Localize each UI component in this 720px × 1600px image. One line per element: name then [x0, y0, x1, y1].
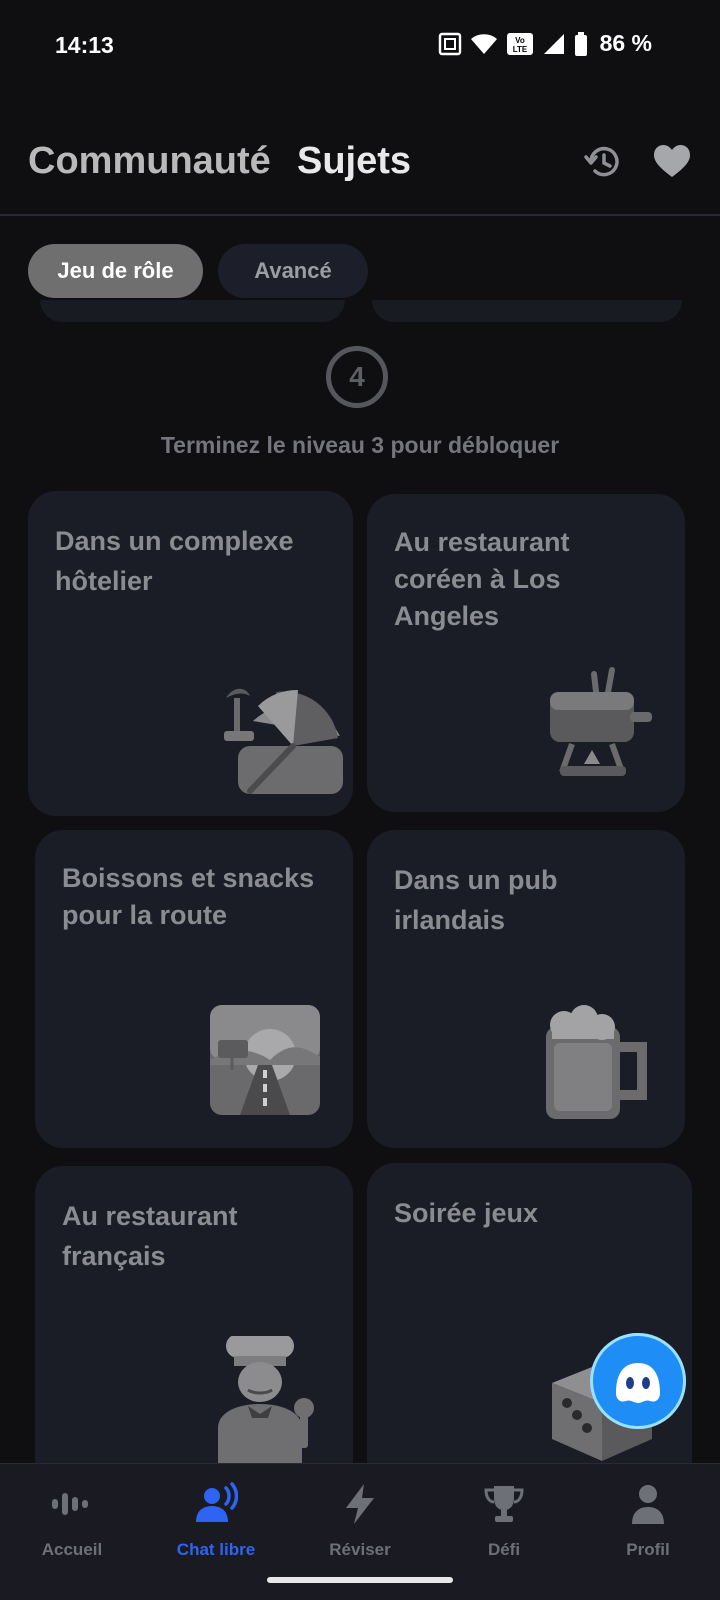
filter-chip-advanced[interactable]: Avancé: [218, 244, 368, 298]
status-time: 14:13: [55, 32, 114, 58]
battery-icon: [574, 31, 587, 56]
svg-text:LTE: LTE: [512, 45, 527, 54]
person-icon: [632, 1485, 664, 1524]
topic-card-title: Dans un complexe hôtelier: [55, 526, 294, 596]
nav-label: Chat libre: [176, 1540, 256, 1559]
bot-face-icon: [616, 1363, 660, 1403]
speaking-person-icon: [196, 1482, 238, 1522]
nav-item-review[interactable]: Réviser: [288, 1482, 432, 1572]
trophy-icon: [484, 1486, 524, 1522]
previous-card-edge: [40, 300, 345, 322]
nav-item-profile[interactable]: Profil: [576, 1482, 720, 1572]
topic-card[interactable]: Boissons et snacks pour la route: [35, 830, 353, 1148]
heart-icon[interactable]: [652, 142, 692, 182]
wifi-icon: [470, 33, 497, 54]
history-icon[interactable]: [583, 142, 623, 182]
topic-card-title: Dans un pub irlandais: [394, 865, 558, 935]
filter-chip-roleplay[interactable]: Jeu de rôle: [28, 244, 203, 298]
level-lock-message: Terminez le niveau 3 pour débloquer: [160, 432, 560, 458]
nav-label: Réviser: [329, 1540, 391, 1559]
fondue-pot-icon: [550, 667, 652, 776]
topic-card[interactable]: Soirée jeux: [367, 1163, 692, 1496]
topic-card[interactable]: Au restaurant coréen à Los Angeles: [367, 494, 685, 812]
app-screen: 14:13 Vo LTE 86 % Communauté Sujets Jeu …: [0, 0, 720, 1600]
topic-card[interactable]: Dans un pub irlandais: [367, 830, 685, 1148]
svg-text:Vo: Vo: [515, 36, 525, 45]
lightning-icon: [346, 1484, 374, 1524]
topic-card-title: Boissons et snacks pour la route: [62, 863, 315, 930]
voice-wave-icon: [52, 1493, 88, 1515]
top-header: Communauté Sujets: [0, 130, 720, 214]
nav-label: Accueil: [41, 1540, 103, 1559]
nav-label: Défi: [487, 1540, 521, 1559]
level-badge: 4: [326, 346, 388, 408]
volte-icon: Vo LTE: [506, 32, 533, 55]
chef-icon: [218, 1336, 314, 1466]
topic-card-title: Au restaurant français: [62, 1201, 238, 1271]
assistant-bot-button[interactable]: [590, 1333, 686, 1429]
nav-item-home[interactable]: Accueil: [0, 1482, 144, 1572]
tab-community[interactable]: Communauté: [28, 140, 271, 183]
status-bar: 14:13 Vo LTE 86 %: [0, 0, 720, 92]
nav-item-challenge[interactable]: Défi: [432, 1482, 576, 1572]
beach-umbrella-icon: [224, 688, 343, 794]
cell-signal-icon: [543, 33, 564, 54]
beer-mug-icon: [546, 1005, 647, 1119]
topic-card-title: Au restaurant coréen à Los Angeles: [394, 527, 570, 631]
header-divider: [0, 214, 720, 216]
tab-topics[interactable]: Sujets: [297, 140, 411, 183]
battery-percent: 86 %: [599, 30, 652, 56]
home-indicator[interactable]: [267, 1577, 453, 1583]
status-icons: Vo LTE 86 %: [438, 30, 652, 57]
nav-item-free-chat[interactable]: Chat libre: [144, 1482, 288, 1572]
topic-card-title: Soirée jeux: [394, 1198, 539, 1228]
nfc-icon: [438, 32, 461, 55]
nav-label: Profil: [626, 1540, 670, 1559]
topic-card[interactable]: Dans un complexe hôtelier: [28, 491, 353, 816]
road-trip-icon: [210, 1005, 320, 1115]
previous-card-edge: [372, 300, 682, 322]
topic-card[interactable]: Au restaurant français: [35, 1166, 353, 1496]
